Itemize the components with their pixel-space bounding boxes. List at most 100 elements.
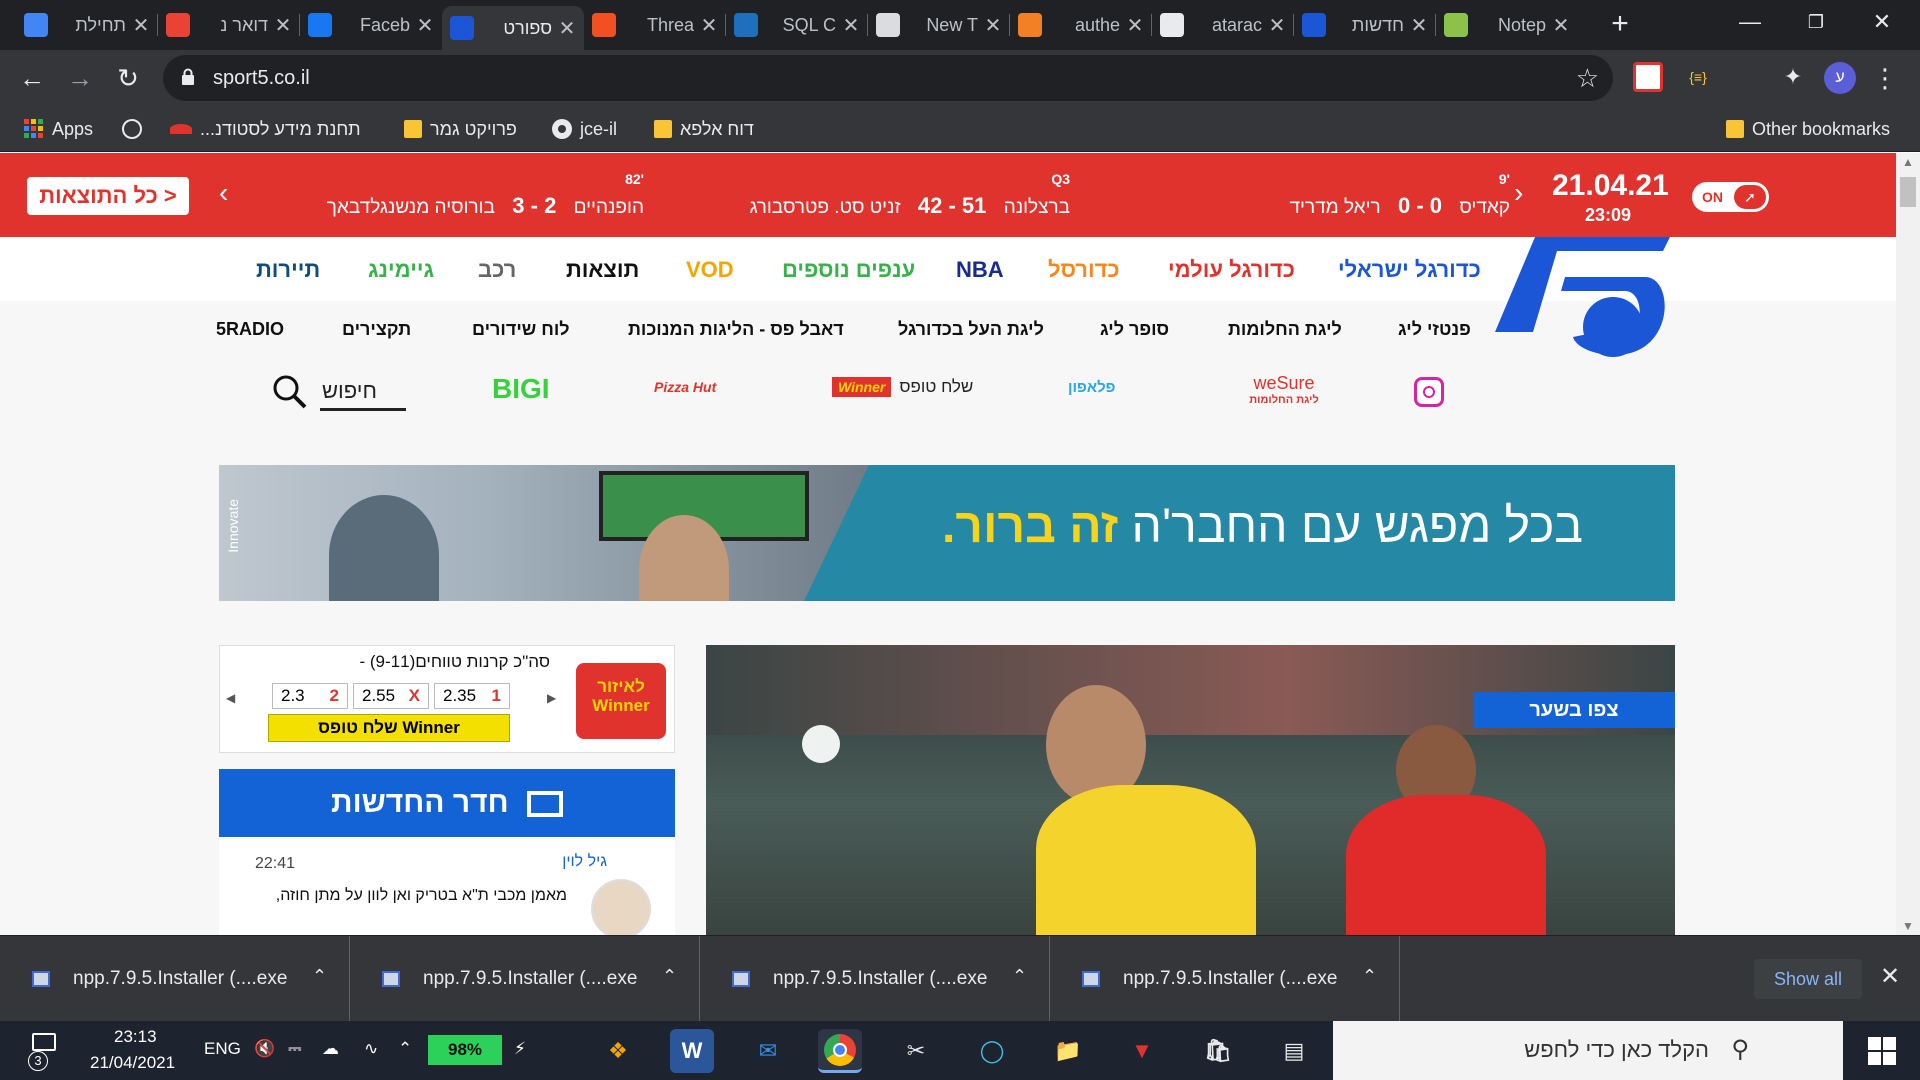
- pocket-extension-icon[interactable]: [1633, 62, 1663, 92]
- subnav-fantasy-league[interactable]: פנטזי ליג: [1398, 319, 1471, 340]
- news-author[interactable]: גיל לוין: [562, 853, 607, 871]
- bookmark-student-info[interactable]: תחנת מידע לסטודנ...: [170, 116, 361, 142]
- power-icon[interactable]: ⎓: [288, 1039, 302, 1059]
- nav-results[interactable]: תוצאות: [566, 257, 639, 283]
- browser-tab[interactable]: Notep ✕: [1436, 6, 1578, 44]
- match-card[interactable]: '9 קאדיס 0 - 0 ריאל מדריד: [1270, 171, 1511, 231]
- chevron-up-icon[interactable]: ⌃: [312, 966, 327, 987]
- newsroom-header[interactable]: חדר החדשות: [219, 769, 675, 837]
- onedrive-icon[interactable]: ☁: [322, 1039, 339, 1059]
- nav-world-football[interactable]: כדורגל עולמי: [1168, 257, 1295, 283]
- word-icon[interactable]: W: [670, 1029, 714, 1073]
- bookmark-apps[interactable]: Apps: [24, 116, 93, 142]
- battery-indicator[interactable]: 98%: [428, 1035, 502, 1065]
- download-item[interactable]: npp.7.9.5.Installer (....exe ⌃: [700, 936, 1050, 1022]
- news-feed-item[interactable]: 22:41 גיל לוין מאמן מכבי ת"א בטריק ואן ל…: [219, 837, 675, 935]
- nav-nba[interactable]: NBA: [956, 257, 1004, 283]
- download-item[interactable]: npp.7.9.5.Installer (....exe ⌃: [0, 936, 350, 1022]
- bookmark-alpha-report[interactable]: דוח אלפא: [654, 116, 754, 142]
- live-toggle[interactable]: ON ➚: [1692, 182, 1769, 212]
- subnav-5radio[interactable]: 5RADIO: [216, 319, 284, 340]
- subnav-premier-league[interactable]: ליגת העל בכדורגל: [898, 319, 1044, 340]
- bookmark-globe[interactable]: [122, 116, 142, 142]
- page-scrollbar[interactable]: ▲ ▼: [1896, 153, 1920, 935]
- hero-article-image[interactable]: צפו בשער: [706, 645, 1675, 935]
- show-hidden-icons-chevron[interactable]: ⌃: [398, 1039, 412, 1059]
- bigi-logo[interactable]: BIGI: [492, 373, 550, 405]
- browser-tab[interactable]: authe ✕: [1010, 6, 1152, 44]
- task-view-icon[interactable]: ▤: [1272, 1029, 1316, 1073]
- close-tab-icon[interactable]: ✕: [1268, 13, 1286, 38]
- close-tab-icon[interactable]: ✕: [1552, 13, 1570, 38]
- close-tab-icon[interactable]: ✕: [132, 13, 150, 38]
- close-tab-icon[interactable]: ✕: [558, 16, 576, 41]
- news-text[interactable]: מאמן מכבי ת"א בטריק ואן לוון על מתן חוזה…: [276, 887, 567, 905]
- ticker-prev-arrow[interactable]: ‹: [219, 177, 228, 209]
- bet-next-arrow[interactable]: ▶: [547, 691, 556, 705]
- close-tab-icon[interactable]: ✕: [416, 13, 434, 38]
- nav-tourism[interactable]: תיירות: [256, 257, 320, 283]
- chevron-up-icon[interactable]: ⌃: [1012, 966, 1027, 987]
- nav-basketball[interactable]: כדורסל: [1048, 257, 1120, 283]
- nav-cars[interactable]: רכב: [478, 257, 516, 283]
- close-tab-icon[interactable]: ✕: [984, 13, 1002, 38]
- snipping-tool-icon[interactable]: ✂: [894, 1029, 938, 1073]
- nav-more-sports[interactable]: ענפים נוספים: [782, 257, 915, 283]
- pelephone-logo[interactable]: פלאפון: [1068, 379, 1115, 396]
- other-bookmarks[interactable]: Other bookmarks: [1726, 116, 1890, 142]
- search-label[interactable]: חיפוש: [322, 378, 377, 404]
- search-icon[interactable]: [272, 374, 308, 410]
- subnav-broadcast-schedule[interactable]: לוח שידורים: [472, 319, 570, 340]
- odd-option[interactable]: 2.35 1: [434, 683, 510, 709]
- match-card[interactable]: Q3 ברצלונה 51 - 42 זניט סט. פטרסבורג: [750, 171, 1070, 231]
- browser-tab[interactable]: Faceb ✕: [300, 6, 442, 44]
- site-search[interactable]: חיפוש: [272, 368, 408, 414]
- nav-israeli-football[interactable]: כדורגל ישראלי: [1338, 257, 1481, 283]
- browser-tab[interactable]: Threa ✕: [584, 6, 726, 44]
- close-tab-icon[interactable]: ✕: [1410, 13, 1428, 38]
- edge-icon[interactable]: ◯: [970, 1029, 1014, 1073]
- browser-tab[interactable]: חדשות ✕: [1294, 6, 1436, 44]
- chevron-up-icon[interactable]: ⌃: [662, 966, 677, 987]
- browser-tab[interactable]: New T ✕: [868, 6, 1010, 44]
- bookmark-final-project[interactable]: פרויקט גמר: [404, 116, 517, 142]
- all-results-button[interactable]: כל התוצאות >: [27, 177, 189, 215]
- download-item[interactable]: npp.7.9.5.Installer (....exe ⌃: [350, 936, 700, 1022]
- scroll-down-arrow[interactable]: ▼: [1896, 919, 1920, 933]
- subnav-double-pass[interactable]: דאבל פס - הליגות המנוכות: [628, 319, 844, 340]
- json-extension-icon[interactable]: {≡}: [1683, 62, 1713, 92]
- show-all-downloads-button[interactable]: Show all: [1754, 959, 1862, 999]
- bet-prev-arrow[interactable]: ◀: [226, 691, 235, 705]
- mcafee-icon[interactable]: ▼: [1120, 1029, 1164, 1073]
- reload-button[interactable]: ↻: [108, 58, 148, 98]
- subnav-super-league[interactable]: סופר ליג: [1100, 319, 1169, 340]
- pinned-app-icon[interactable]: ❖: [596, 1029, 640, 1073]
- taskbar-search-placeholder[interactable]: הקלד כאן כדי לחפש: [1524, 1037, 1709, 1063]
- wesure-logo[interactable]: weSure ליגת החלומות: [1238, 373, 1330, 406]
- pizzahut-logo[interactable]: Pizza Hut: [654, 379, 716, 395]
- volume-muted-icon[interactable]: 🔇: [254, 1039, 275, 1059]
- extensions-puzzle-icon[interactable]: ✦: [1778, 62, 1808, 92]
- mail-icon[interactable]: ✉: [746, 1029, 790, 1073]
- close-tab-icon[interactable]: ✕: [1126, 13, 1144, 38]
- browser-tab[interactable]: SQL C ✕: [726, 6, 868, 44]
- back-button[interactable]: ←: [12, 58, 52, 98]
- close-tab-icon[interactable]: ✕: [842, 13, 860, 38]
- chrome-icon[interactable]: [818, 1029, 862, 1073]
- clock-date[interactable]: 21/04/2021: [90, 1053, 175, 1073]
- file-explorer-icon[interactable]: 📁: [1046, 1029, 1090, 1073]
- restore-button[interactable]: ❐: [1786, 0, 1846, 44]
- bookmark-jce-il[interactable]: jce-il: [552, 116, 617, 142]
- wifi-icon[interactable]: ∿: [364, 1039, 378, 1059]
- nav-gaming[interactable]: גיימינג: [368, 257, 434, 283]
- browser-tab[interactable]: atarac ✕: [1152, 6, 1294, 44]
- odd-option[interactable]: 2.55 X: [353, 683, 429, 709]
- close-tab-icon[interactable]: ✕: [700, 13, 718, 38]
- browser-tab[interactable]: ספורט ✕: [442, 6, 584, 50]
- close-window-button[interactable]: ✕: [1852, 0, 1912, 44]
- bookmark-star-icon[interactable]: ☆: [1576, 63, 1599, 94]
- scrollbar-thumb[interactable]: [1900, 177, 1916, 207]
- subnav-dream-league[interactable]: ליגת החלומות: [1228, 319, 1342, 340]
- address-bar[interactable]: sport5.co.il ☆: [163, 55, 1613, 101]
- lock-icon[interactable]: [181, 68, 195, 86]
